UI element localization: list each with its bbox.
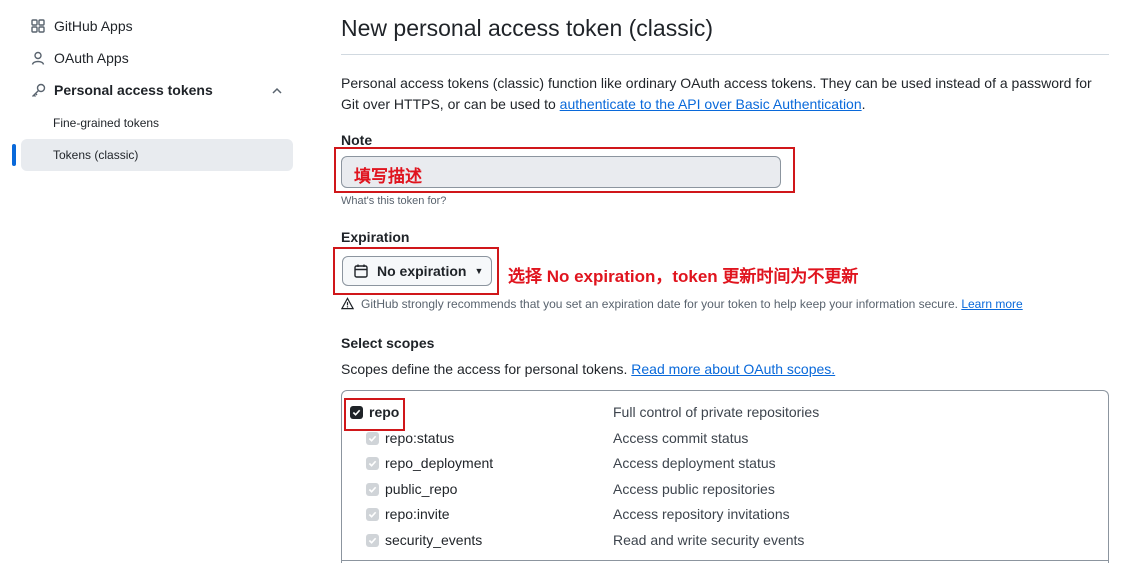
key-icon (30, 82, 46, 98)
annotation-box-note (334, 147, 795, 193)
expiration-label: Expiration (341, 229, 410, 245)
sidebar-active-indicator (12, 144, 16, 166)
sidebar-subitem-tokens-classic[interactable]: Tokens (classic) (53, 148, 138, 162)
alert-icon (341, 297, 355, 311)
title-divider (341, 54, 1109, 55)
scope-name: public_repo (385, 481, 458, 497)
apps-icon (30, 18, 46, 34)
annotation-box-expiration (333, 247, 499, 295)
chevron-up-icon[interactable] (270, 84, 284, 98)
intro-text: Personal access tokens (classic) functio… (341, 73, 1109, 115)
scope-name: security_events (385, 532, 483, 548)
scope-row-repo: repo Full control of private repositorie… (341, 401, 1109, 423)
sidebar-item-label: OAuth Apps (54, 50, 129, 66)
scope-desc: Read and write security events (613, 532, 805, 548)
scope-desc: Access deployment status (613, 455, 776, 471)
scope-row-public-repo: public_repo Access public repositories (341, 478, 1109, 500)
scope-row-repo-status: repo:status Access commit status (341, 427, 1109, 449)
scope-desc: Full control of private repositories (613, 404, 820, 420)
scope-row-repo-invite: repo:invite Access repository invitation… (341, 503, 1109, 525)
sidebar-item-oauth-apps[interactable]: OAuth Apps (30, 50, 129, 66)
scopes-desc-text: Scopes define the access for personal to… (341, 361, 632, 377)
person-icon (30, 50, 46, 66)
checkbox-repo-invite[interactable] (366, 508, 379, 521)
sidebar-item-personal-access-tokens[interactable]: Personal access tokens (30, 82, 213, 98)
checkbox-security-events[interactable] (366, 534, 379, 547)
sidebar-item-label: GitHub Apps (54, 18, 133, 34)
checkbox-repo-deployment[interactable] (366, 457, 379, 470)
scopes-desc: Scopes define the access for personal to… (341, 361, 835, 377)
page-title: New personal access token (classic) (341, 15, 713, 41)
scope-desc: Access commit status (613, 430, 749, 446)
scope-desc: Access public repositories (613, 481, 775, 497)
scope-name: repo_deployment (385, 455, 494, 471)
intro-end: . (861, 96, 866, 112)
sidebar-item-github-apps[interactable]: GitHub Apps (30, 18, 133, 34)
annotation-box-repo (344, 398, 405, 431)
annotation-expiration-note: 选择 No expiration，token 更新时间为不更新 (508, 267, 859, 286)
warning-text: GitHub strongly recommends that you set … (361, 297, 958, 311)
note-hint: What's this token for? (341, 195, 447, 207)
learn-more-link[interactable]: Learn more (961, 297, 1022, 311)
checkbox-public-repo[interactable] (366, 483, 379, 496)
basic-auth-link[interactable]: authenticate to the API over Basic Authe… (560, 96, 862, 112)
scope-desc: Access repository invitations (613, 506, 790, 522)
sidebar-item-label: Personal access tokens (54, 82, 213, 98)
sidebar-subitem-fine-grained[interactable]: Fine-grained tokens (53, 116, 159, 130)
scope-name: repo:invite (385, 506, 450, 522)
scope-name: repo:status (385, 430, 455, 446)
note-label: Note (341, 132, 373, 148)
scope-divider (341, 560, 1109, 561)
scope-row-security-events: security_events Read and write security … (341, 529, 1109, 551)
expiration-warning: GitHub strongly recommends that you set … (341, 297, 1023, 311)
checkbox-repo-status[interactable] (366, 432, 379, 445)
scopes-label: Select scopes (341, 335, 435, 351)
oauth-scopes-link[interactable]: Read more about OAuth scopes. (631, 361, 835, 377)
scope-row-repo-deployment: repo_deployment Access deployment status (341, 452, 1109, 474)
